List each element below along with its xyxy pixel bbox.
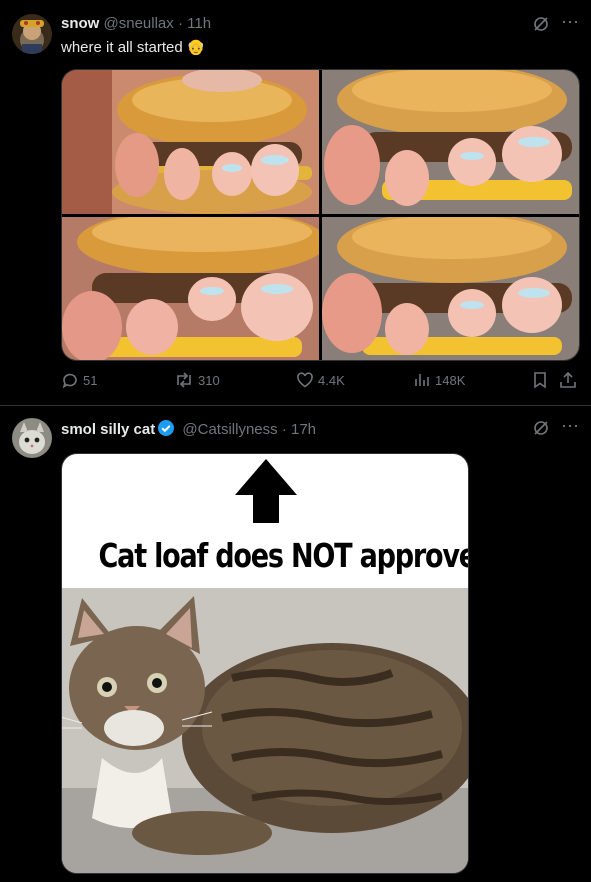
more-icon[interactable]: ⋯ [561, 12, 580, 33]
share-icon [559, 371, 577, 389]
views-button[interactable]: 148K [413, 371, 465, 389]
action-bar: 51 310 4.4K 148K [61, 371, 581, 393]
repost-count: 310 [198, 372, 220, 388]
like-icon [296, 371, 314, 389]
cat-photo [62, 588, 468, 873]
media-image-2[interactable] [322, 70, 579, 214]
grok-icon[interactable] [532, 15, 550, 38]
separator: · [177, 15, 183, 32]
author-name[interactable]: snow [61, 15, 99, 32]
post-text: where it all started 👴 [61, 38, 206, 56]
post-time[interactable]: 11h [187, 15, 211, 32]
post-snow[interactable]: snow @sneullax · 11h where it all starte… [0, 0, 591, 406]
avatar[interactable] [12, 14, 52, 54]
media-grid[interactable] [61, 69, 580, 361]
repost-icon [174, 371, 194, 389]
media-image-1[interactable] [62, 70, 319, 214]
reply-button[interactable]: 51 [61, 371, 97, 389]
bookmark-button[interactable] [531, 371, 549, 389]
reply-count: 51 [83, 372, 98, 388]
bookmark-icon [531, 371, 549, 389]
reply-icon [61, 371, 79, 389]
meme-caption-panel: Cat loaf does NOT approve [62, 454, 468, 588]
author-handle[interactable]: @Catsillyness [182, 421, 277, 438]
views-icon [413, 371, 431, 389]
old-man-emoji: 👴 [186, 39, 206, 56]
separator: · [281, 421, 287, 438]
media-image-3[interactable] [62, 217, 319, 360]
repost-button[interactable]: 310 [174, 371, 220, 389]
post-text-body: where it all started [61, 39, 183, 56]
post-time[interactable]: 17h [291, 421, 316, 438]
author-name[interactable]: smol silly cat [61, 421, 155, 438]
more-icon[interactable]: ⋯ [561, 416, 580, 437]
media-image-4[interactable] [322, 217, 579, 360]
post-smol-silly-cat[interactable]: smol silly cat @Catsillyness · 17h ⋯ Cat… [0, 406, 591, 882]
post-header: snow @sneullax · 11h [61, 15, 211, 32]
meme-image[interactable]: Cat loaf does NOT approve [61, 453, 469, 874]
grok-icon[interactable] [532, 419, 550, 442]
meme-caption: Cat loaf does NOT approve [98, 536, 469, 575]
grid-divider-horizontal [62, 214, 579, 217]
arrow-up-icon [235, 459, 297, 528]
post-header: smol silly cat @Catsillyness · 17h [61, 419, 316, 441]
share-button[interactable] [559, 371, 577, 389]
avatar[interactable] [12, 418, 52, 458]
verified-icon [157, 419, 175, 441]
author-handle[interactable]: @sneullax [104, 15, 174, 32]
like-count: 4.4K [318, 372, 345, 388]
views-count: 148K [435, 372, 466, 388]
like-button[interactable]: 4.4K [296, 371, 345, 389]
